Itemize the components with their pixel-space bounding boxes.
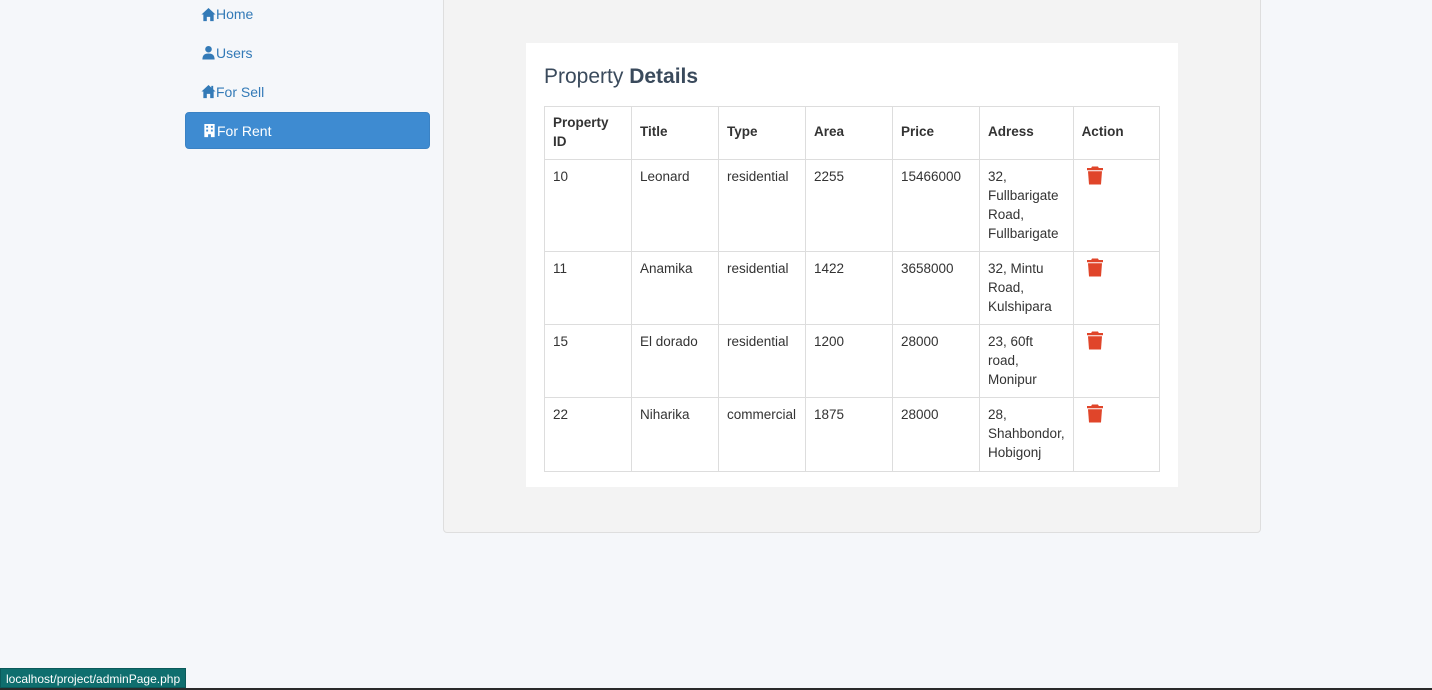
column-header: Adress: [979, 105, 1074, 161]
cell-title: Niharika: [631, 397, 719, 472]
column-header: Price: [892, 105, 980, 161]
cell-area: 2255: [805, 159, 893, 253]
cell-type: residential: [718, 251, 806, 326]
cell-price: 28000: [892, 324, 980, 399]
sidebar-item-for-sell[interactable]: For Sell: [185, 73, 430, 110]
table-row: 22 Niharika commercial 1875 28000 28, Sh…: [544, 397, 1161, 472]
cell-address: 23, 60ft road, Monipur: [979, 324, 1074, 399]
trash-icon[interactable]: [1086, 166, 1104, 185]
sidebar: Home Users For Sell For Rent: [185, 0, 430, 151]
sidebar-item-label: For Sell: [216, 83, 265, 100]
column-header: Action: [1072, 105, 1161, 161]
sidebar-item-for-rent[interactable]: For Rent: [185, 112, 430, 149]
table-row: 11 Anamika residential 1422 3658000 32, …: [544, 251, 1161, 326]
cell-title: Leonard: [631, 159, 719, 253]
trash-icon[interactable]: [1086, 331, 1104, 350]
cell-action: [1072, 251, 1161, 326]
trash-icon[interactable]: [1086, 404, 1104, 423]
cell-action: [1072, 324, 1161, 399]
sidebar-item-users[interactable]: Users: [185, 34, 430, 71]
status-url-tooltip: localhost/project/adminPage.php: [0, 668, 187, 688]
page-title: Property Details: [544, 65, 699, 88]
main-panel: Property Details Property ID Title Type …: [443, 0, 1261, 533]
cell-type: residential: [718, 159, 806, 253]
sidebar-item-label: Users: [216, 44, 253, 61]
cell-action: [1072, 397, 1161, 472]
sidebar-item-label: For Rent: [217, 122, 272, 139]
sidebar-item-label: Home: [216, 6, 254, 22]
cell-id: 11: [544, 251, 632, 326]
house-icon: [200, 84, 216, 100]
column-header: Property ID: [544, 105, 632, 161]
home-icon: [200, 6, 216, 22]
cell-title: Anamika: [631, 251, 719, 326]
column-header: Title: [631, 105, 719, 161]
building-icon: [201, 123, 217, 139]
table-header-row: Property ID Title Type Area Price Adress…: [544, 105, 1161, 161]
column-header: Area: [805, 105, 893, 161]
cell-address: 32, Fullbarigate Road, Fullbarigate: [979, 159, 1074, 253]
table-row: 15 El dorado residential 1200 28000 23, …: [544, 324, 1161, 399]
cell-price: 15466000: [892, 159, 980, 253]
cell-address: 32, Mintu Road, Kulshipara: [979, 251, 1074, 326]
cell-area: 1422: [805, 251, 893, 326]
user-icon: [200, 45, 216, 61]
column-header: Type: [718, 105, 806, 161]
cell-title: El dorado: [631, 324, 719, 399]
property-details-card: Property Details Property ID Title Type …: [526, 43, 1178, 487]
cell-area: 1200: [805, 324, 893, 399]
cell-action: [1072, 159, 1161, 253]
cell-id: 10: [544, 159, 632, 253]
cell-price: 3658000: [892, 251, 980, 326]
table-row: 10 Leonard residential 2255 15466000 32,…: [544, 159, 1161, 253]
sidebar-item-home[interactable]: Home: [185, 0, 430, 28]
cell-area: 1875: [805, 397, 893, 472]
cell-address: 28, Shahbondor, Hobigonj: [979, 397, 1074, 472]
cell-type: residential: [718, 324, 806, 399]
cell-type: commercial: [718, 397, 806, 472]
cell-id: 22: [544, 397, 632, 472]
trash-icon[interactable]: [1086, 258, 1104, 277]
cell-id: 15: [544, 324, 632, 399]
cell-price: 28000: [892, 397, 980, 472]
property-table: Property ID Title Type Area Price Adress…: [544, 105, 1161, 472]
